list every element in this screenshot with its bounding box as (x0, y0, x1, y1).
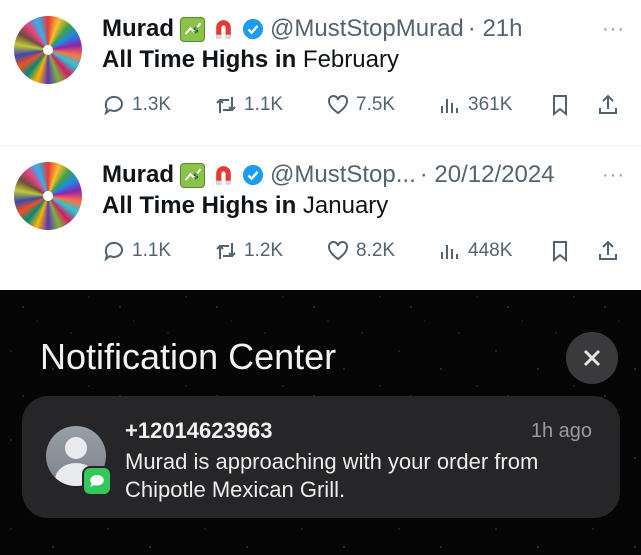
chart-emoji-icon: $ (180, 16, 205, 42)
views-icon (441, 99, 458, 113)
heart-icon (328, 240, 348, 261)
repost-count: 1.2K (244, 240, 284, 261)
tweet-1[interactable]: Murad $ @MustStopMurad · 21h ··· All Tim… (0, 0, 641, 145)
notification-sender: +12014623963 (125, 418, 273, 443)
bookmark-button[interactable] (548, 236, 578, 266)
reply-count: 1.3K (132, 94, 172, 115)
handle[interactable]: @MustStopMurad (270, 15, 464, 43)
notification-center-title: Notification Center (40, 336, 337, 377)
like-button[interactable]: 8.2K (326, 236, 395, 266)
reply-icon (104, 95, 123, 116)
action-bar: 1.1K 1.2K 8.2K 448K (102, 236, 622, 266)
tweet-text-rest: January (296, 192, 389, 219)
tweet-text-rest: February (296, 46, 399, 73)
tweet-text: All Time Highs in February (102, 46, 399, 74)
display-name[interactable]: Murad (102, 15, 174, 43)
timestamp[interactable]: · 21h (468, 15, 523, 43)
tweet-text-bold: All Time Highs in (102, 192, 297, 219)
repost-icon (216, 243, 236, 259)
share-button[interactable] (596, 236, 626, 266)
close-icon (583, 349, 601, 367)
svg-text:$: $ (193, 24, 199, 34)
verified-badge-icon (242, 18, 264, 40)
bookmark-button[interactable] (548, 90, 578, 120)
share-button[interactable] (596, 90, 626, 120)
reply-button[interactable]: 1.1K (102, 236, 171, 266)
timestamp[interactable]: · 20/12/2024 (420, 161, 555, 189)
tweet-header: Murad $ @MustStop... · 20/12/2024 (102, 158, 555, 192)
chart-emoji-icon: $ (180, 162, 205, 188)
like-count: 8.2K (356, 240, 396, 261)
repost-button[interactable]: 1.1K (214, 90, 283, 120)
avatar[interactable] (14, 16, 82, 84)
views-count: 361K (468, 94, 513, 115)
action-bar: 1.3K 1.1K 7.5K 361K (102, 90, 622, 120)
magnet-emoji-icon (211, 17, 236, 42)
display-name[interactable]: Murad (102, 161, 174, 189)
more-options-icon[interactable]: ··· (602, 18, 625, 41)
handle[interactable]: @MustStop... (270, 161, 416, 189)
notification-body: Murad is approaching with your order fro… (125, 449, 539, 502)
svg-text:$: $ (193, 170, 199, 180)
repost-count: 1.1K (244, 94, 284, 115)
views-button[interactable]: 448K (438, 236, 512, 266)
avatar[interactable] (14, 162, 82, 230)
messages-app-icon (82, 466, 112, 496)
like-count: 7.5K (356, 94, 396, 115)
more-options-icon[interactable]: ··· (602, 164, 625, 187)
notification-time: 1h ago (530, 420, 592, 442)
share-icon (599, 94, 617, 114)
bookmark-icon (553, 95, 567, 117)
notification-card[interactable]: +12014623963 1h ago Murad is approaching… (22, 396, 620, 518)
close-button[interactable] (566, 332, 618, 384)
like-button[interactable]: 7.5K (326, 90, 395, 120)
share-icon (599, 240, 617, 260)
notification-center: Notification Center +12014623963 1h ago … (0, 290, 641, 555)
reply-button[interactable]: 1.3K (102, 90, 171, 120)
verified-badge-icon (242, 164, 264, 186)
reply-count: 1.1K (132, 240, 172, 261)
tweet-text: All Time Highs in January (102, 192, 388, 220)
views-count: 448K (468, 240, 513, 261)
views-icon (441, 245, 458, 259)
tweet-2[interactable]: Murad $ @MustStop... · 20/12/2024 ··· Al… (0, 145, 641, 290)
tweet-header: Murad $ @MustStopMurad · 21h (102, 12, 522, 46)
repost-icon (216, 97, 236, 113)
bookmark-icon (553, 241, 567, 263)
heart-icon (328, 94, 348, 115)
repost-button[interactable]: 1.2K (214, 236, 283, 266)
magnet-emoji-icon (211, 163, 236, 188)
tweet-text-bold: All Time Highs in (102, 46, 297, 73)
reply-icon (104, 241, 123, 262)
views-button[interactable]: 361K (438, 90, 512, 120)
